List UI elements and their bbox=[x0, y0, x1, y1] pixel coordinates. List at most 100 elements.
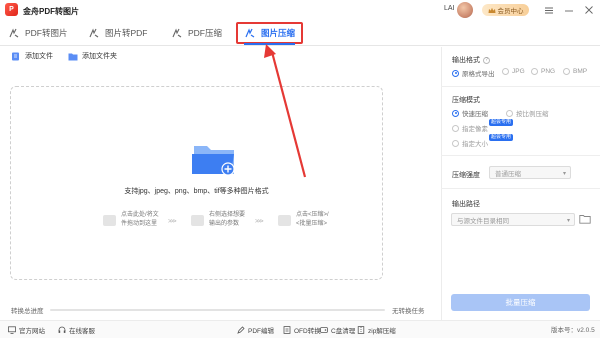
radio-size-compress[interactable]: 指定大小 bbox=[452, 138, 488, 148]
ofd-convert-icon bbox=[283, 326, 291, 334]
member-badge: 超会专用 bbox=[489, 134, 514, 141]
vip-center-button[interactable]: 会员中心 bbox=[482, 4, 529, 16]
settings-panel-icon bbox=[191, 214, 204, 226]
output-format-title: 输出格式? bbox=[452, 55, 490, 65]
vip-center-label: 会员中心 bbox=[497, 8, 524, 15]
online-service-link[interactable]: 在线客服 bbox=[58, 325, 95, 335]
progress-status: 无转换任务 bbox=[392, 308, 425, 315]
select-value: 普通压缩 bbox=[495, 170, 521, 178]
radio-label: PNG bbox=[541, 68, 556, 75]
step-item-2: 右侧选择想要 输出的参数 bbox=[191, 211, 245, 229]
batch-compress-button[interactable]: 批量压缩 bbox=[451, 294, 590, 311]
radio-ratio-compress[interactable]: 按比例压缩 bbox=[506, 108, 549, 118]
help-icon[interactable]: ? bbox=[483, 56, 490, 64]
pdf-to-image-icon bbox=[8, 27, 20, 39]
file-toolbar: 添加文件 添加文件夹 bbox=[0, 47, 440, 67]
file-drop-icon bbox=[103, 214, 116, 226]
radio-pixel-compress[interactable]: 指定像素 bbox=[452, 123, 488, 133]
compress-strength-select[interactable]: 普通压缩 ▾ bbox=[489, 166, 571, 179]
official-site-link[interactable]: 官方网站 bbox=[8, 325, 45, 335]
compress-strength-title: 压缩强度 bbox=[452, 172, 480, 179]
radio-label: JPG bbox=[512, 68, 525, 75]
step-item-3: 点击<压缩>/ <批量压缩> bbox=[278, 211, 329, 229]
tab-image-compress[interactable]: 图片压缩 bbox=[236, 22, 304, 45]
divider bbox=[441, 188, 600, 189]
close-icon[interactable] bbox=[583, 4, 595, 16]
tab-image-to-pdf[interactable]: 图片转PDF bbox=[82, 22, 154, 44]
image-compress-icon bbox=[244, 27, 256, 39]
crown-icon bbox=[488, 7, 495, 13]
tab-label: 图片转PDF bbox=[105, 28, 148, 38]
step-line: 点击此处/将文 bbox=[121, 212, 159, 218]
compress-action-icon bbox=[278, 214, 291, 226]
ofd-convert-link[interactable]: OFD转换 bbox=[283, 325, 321, 335]
select-value: 与源文件目录相同 bbox=[457, 217, 509, 225]
radio-dot bbox=[452, 139, 459, 147]
image-to-pdf-icon bbox=[88, 27, 100, 39]
radio-png[interactable]: PNG bbox=[531, 68, 555, 75]
radio-dot bbox=[531, 68, 538, 75]
user-avatar[interactable] bbox=[457, 2, 473, 18]
link-label: 在线客服 bbox=[69, 328, 95, 335]
folder-add-icon[interactable] bbox=[191, 142, 237, 176]
divider bbox=[441, 155, 600, 156]
app-logo: P bbox=[5, 3, 18, 16]
zip-icon bbox=[357, 326, 365, 334]
add-folder-button[interactable]: 添加文件夹 bbox=[68, 51, 117, 61]
open-folder-icon[interactable] bbox=[579, 214, 591, 224]
disk-clean-icon bbox=[320, 327, 328, 333]
radio-label: 原格式导出 bbox=[462, 71, 495, 78]
radio-label: 指定大小 bbox=[462, 141, 488, 148]
section-title: 输出格式 bbox=[452, 57, 480, 64]
output-path-select[interactable]: 与源文件目录相同 ▾ bbox=[451, 213, 575, 226]
step-line: 件拖动到这里 bbox=[121, 221, 158, 227]
radio-label: 按比例压缩 bbox=[516, 111, 549, 118]
member-badge: 超会专用 bbox=[489, 119, 514, 126]
pdf-edit-icon bbox=[237, 326, 245, 334]
add-folder-label: 添加文件夹 bbox=[82, 53, 117, 60]
radio-bmp[interactable]: BMP bbox=[563, 68, 587, 75]
c-drive-clean-link[interactable]: C盘清理 bbox=[320, 325, 355, 335]
file-drop-zone[interactable] bbox=[10, 86, 383, 280]
title-bar: P 金舟PDF转图片 LAI 会员中心 bbox=[0, 0, 600, 20]
chevron-down-icon: ▾ bbox=[566, 218, 570, 224]
add-file-label: 添加文件 bbox=[25, 53, 53, 60]
output-path-title: 输出路径 bbox=[452, 201, 480, 208]
add-file-icon bbox=[12, 52, 19, 60]
user-name[interactable]: LAI bbox=[444, 5, 455, 12]
link-label: 官方网站 bbox=[19, 328, 45, 335]
conversion-progress: 转换总进度 无转换任务 bbox=[0, 303, 440, 315]
menu-icon[interactable] bbox=[543, 4, 555, 16]
pdf-compress-icon bbox=[171, 27, 183, 39]
radio-label: 快速压缩 bbox=[462, 111, 488, 118]
monitor-icon bbox=[8, 326, 16, 334]
minimize-icon[interactable] bbox=[563, 4, 575, 16]
radio-dot bbox=[502, 68, 509, 75]
link-label: OFD转换 bbox=[294, 328, 321, 335]
add-file-button[interactable]: 添加文件 bbox=[11, 51, 53, 61]
radio-original-format[interactable]: 原格式导出 bbox=[452, 68, 495, 78]
tab-pdf-compress[interactable]: PDF压缩 bbox=[165, 22, 228, 44]
progress-bar bbox=[50, 309, 385, 311]
step-arrow: >>> bbox=[168, 219, 176, 225]
pdf-edit-link[interactable]: PDF编辑 bbox=[237, 325, 274, 335]
radio-fast-compress[interactable]: 快速压缩 bbox=[452, 108, 488, 118]
compress-mode-title: 压缩模式 bbox=[452, 97, 480, 104]
step-line: <批量压缩> bbox=[296, 221, 328, 227]
tab-label: PDF压缩 bbox=[188, 28, 223, 38]
link-label: PDF编辑 bbox=[248, 328, 274, 335]
zip-extract-link[interactable]: zip解压缩 bbox=[357, 325, 396, 335]
headset-icon bbox=[58, 326, 66, 333]
radio-label: BMP bbox=[573, 68, 588, 75]
radio-jpg[interactable]: JPG bbox=[502, 68, 525, 75]
supported-formats-hint: 支持jpg、jpeg、png、bmp、tif等多种图片格式 bbox=[124, 188, 269, 195]
step-arrow: >>> bbox=[255, 219, 263, 225]
tab-pdf-to-image[interactable]: PDF转图片 bbox=[2, 22, 74, 44]
app-window: P 金舟PDF转图片 LAI 会员中心 PDF转图片 图片转PDF PDF压缩 … bbox=[0, 0, 600, 338]
radio-dot bbox=[452, 124, 459, 132]
add-folder-icon bbox=[68, 53, 78, 60]
progress-label: 转换总进度 bbox=[11, 308, 44, 315]
radio-label: 指定像素 bbox=[462, 126, 488, 133]
app-title: 金舟PDF转图片 bbox=[23, 7, 79, 16]
radio-dot bbox=[452, 69, 459, 77]
